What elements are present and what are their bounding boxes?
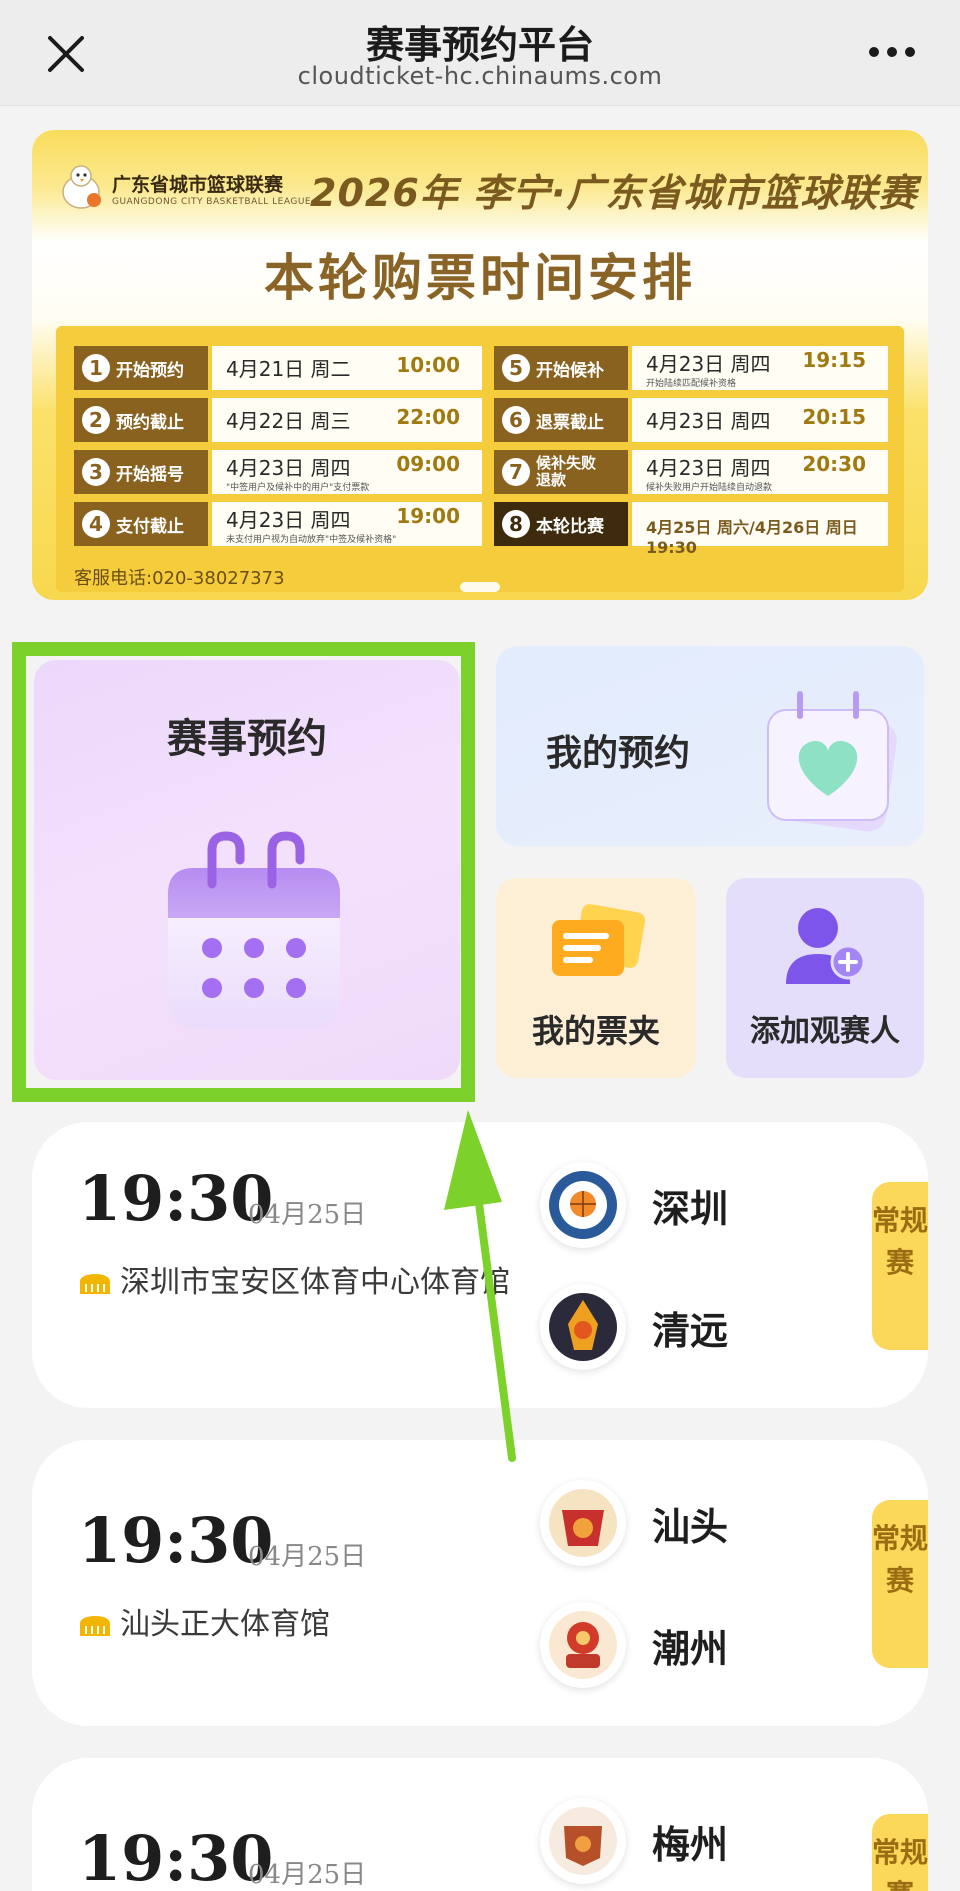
league-name: 广东省城市篮球联赛 bbox=[112, 174, 284, 196]
team-logo-qingyuan bbox=[540, 1284, 626, 1370]
match-date: 04月25日 bbox=[248, 1542, 367, 1572]
step-label: 开始预约 bbox=[116, 360, 184, 381]
ticket-schedule-table: 1 开始预约 4月21日 周二 10:00 2 预约截止 4月22日 周三 22:00 … bbox=[56, 326, 904, 592]
carousel-indicator[interactable] bbox=[460, 582, 500, 592]
step-label: 开始候补 bbox=[536, 360, 604, 381]
heart-calendar-icon bbox=[767, 691, 897, 832]
step-number: 7 bbox=[502, 458, 530, 486]
schedule-row: 4 支付截止 4月23日 周四 19:00 未支付用户视为自动放弃"中签及候补资格" bbox=[74, 502, 482, 546]
highlight-box bbox=[12, 642, 475, 1102]
page-title: 赛事预约平台 bbox=[365, 23, 594, 67]
top-nav-bar: 赛事预约平台 cloudticket-hc.chinaums.com bbox=[0, 0, 960, 106]
step-date: 4月21日 周二 bbox=[226, 357, 351, 381]
match-time: 19:30 bbox=[78, 1504, 274, 1577]
step-number: 3 bbox=[82, 458, 110, 486]
step-note: 开始陆续匹配候补资格 bbox=[646, 379, 737, 389]
step-note: "中签用户及候补中的用户"支付票款 bbox=[226, 483, 370, 493]
add-user-icon bbox=[786, 908, 866, 984]
step-number: 1 bbox=[82, 354, 110, 382]
step-date: 4月22日 周三 bbox=[226, 409, 351, 433]
match-venue: 汕头正大体育馆 bbox=[120, 1607, 330, 1642]
step-time: 10:00 bbox=[396, 353, 460, 377]
schedule-row: 8 本轮比赛 4月25日 周六/4月26日 周日 19:30 bbox=[494, 502, 888, 557]
schedule-row: 1 开始预约 4月21日 周二 10:00 bbox=[74, 346, 482, 390]
team-logo-shenzhen bbox=[540, 1162, 626, 1248]
step-date: 4月23日 周四 bbox=[226, 508, 351, 532]
match-type-tag: 常规赛 bbox=[872, 1500, 928, 1668]
match-card[interactable]: 19:30 04月25日 汕头正大体育馆 汕头 潮州 常规赛 bbox=[32, 1440, 928, 1726]
schedule-row: 3 开始摇号 4月23日 周四 09:00 "中签用户及候补中的用户"支付票款 bbox=[74, 450, 482, 494]
step-time: 09:00 bbox=[396, 452, 460, 476]
add-viewer-tile[interactable]: 添加观赛人 bbox=[726, 878, 924, 1078]
more-icon[interactable] bbox=[866, 40, 918, 64]
step-label: 本轮比赛 bbox=[536, 516, 604, 537]
step-number: 4 bbox=[82, 510, 110, 538]
step-time: 19:15 bbox=[802, 348, 866, 372]
match-type-tag: 常规赛 bbox=[872, 1182, 928, 1350]
step-label: 预约截止 bbox=[116, 412, 184, 433]
home-team-name: 汕头 bbox=[652, 1505, 729, 1549]
step-note: 候补失败用户开始陆续自动退款 bbox=[646, 483, 773, 493]
step-date: 4月23日 周四 bbox=[646, 352, 771, 376]
league-mascot-logo bbox=[62, 165, 101, 209]
step-time: 22:00 bbox=[396, 405, 460, 429]
my-booking-tile-label: 我的预约 bbox=[546, 733, 691, 774]
away-team-name: 潮州 bbox=[652, 1627, 729, 1671]
match-venue: 深圳市宝安区体育中心体育馆 bbox=[120, 1265, 510, 1300]
team-logo-shantou bbox=[540, 1480, 626, 1566]
step-number: 2 bbox=[82, 406, 110, 434]
match-time: 19:30 bbox=[78, 1822, 274, 1891]
step-number: 6 bbox=[502, 406, 530, 434]
step-number: 5 bbox=[502, 354, 530, 382]
match-card[interactable]: 19:30 04月25日 深圳市宝安区体育中心体育馆 深圳 清远 常规赛 bbox=[32, 1122, 928, 1408]
match-type-tag: 常规赛 bbox=[872, 1814, 928, 1891]
step-label: 退票截止 bbox=[536, 412, 604, 433]
ticket-wallet-label: 我的票夹 bbox=[531, 1012, 660, 1050]
stadium-icon bbox=[80, 1274, 110, 1294]
add-viewer-label: 添加观赛人 bbox=[750, 1014, 900, 1049]
step-time: 20:30 bbox=[802, 452, 866, 476]
step-note: 未支付用户视为自动放弃"中签及候补资格" bbox=[226, 535, 397, 545]
step-label: 候补失败退款 bbox=[536, 454, 597, 489]
schedule-banner[interactable]: 广东省城市篮球联赛 GUANGDONG CITY BASKETBALL LEAG… bbox=[32, 130, 928, 600]
step-date: 4月25日 周六/4月26日 周日 19:30 bbox=[646, 518, 858, 557]
stadium-icon bbox=[80, 1616, 110, 1636]
ticket-wallet-tile[interactable]: 我的票夹 bbox=[496, 878, 696, 1078]
step-label: 开始摇号 bbox=[116, 464, 184, 485]
match-card[interactable]: 19:30 04月25日 梅州 常规赛 bbox=[32, 1758, 928, 1891]
match-date: 04月25日 bbox=[248, 1860, 367, 1890]
banner-headline: 2026年 李宁·广东省城市篮球联赛 bbox=[310, 171, 918, 215]
league-name-en: GUANGDONG CITY BASKETBALL LEAGUE bbox=[112, 197, 312, 207]
home-team-name: 梅州 bbox=[652, 1823, 729, 1867]
schedule-row: 5 开始候补 4月23日 周四 19:15 开始陆续匹配候补资格 bbox=[494, 346, 888, 390]
service-phone: 客服电话:020-38027373 bbox=[74, 568, 285, 589]
step-number: 8 bbox=[502, 510, 530, 538]
banner-subtitle: 本轮购票时间安排 bbox=[264, 249, 696, 307]
team-logo-chaozhou bbox=[540, 1602, 626, 1688]
schedule-row: 2 预约截止 4月22日 周三 22:00 bbox=[74, 398, 482, 442]
step-time: 20:15 bbox=[802, 405, 866, 429]
step-date: 4月23日 周四 bbox=[226, 456, 351, 480]
step-label: 支付截止 bbox=[116, 516, 184, 537]
schedule-row: 6 退票截止 4月23日 周四 20:15 bbox=[494, 398, 888, 442]
home-team-name: 深圳 bbox=[652, 1187, 729, 1231]
away-team-name: 清远 bbox=[652, 1309, 729, 1353]
schedule-row: 7 候补失败退款 4月23日 周四 20:30 候补失败用户开始陆续自动退款 bbox=[494, 450, 888, 494]
ticket-icon bbox=[552, 904, 646, 976]
step-date: 4月23日 周四 bbox=[646, 409, 771, 433]
step-time: 19:00 bbox=[396, 504, 460, 528]
page-url: cloudticket-hc.chinaums.com bbox=[297, 62, 663, 90]
match-date: 04月25日 bbox=[248, 1200, 367, 1230]
my-booking-tile[interactable]: 我的预约 bbox=[496, 646, 924, 846]
match-time: 19:30 bbox=[78, 1162, 274, 1235]
team-logo-meizhou bbox=[540, 1798, 626, 1884]
step-date: 4月23日 周四 bbox=[646, 456, 771, 480]
